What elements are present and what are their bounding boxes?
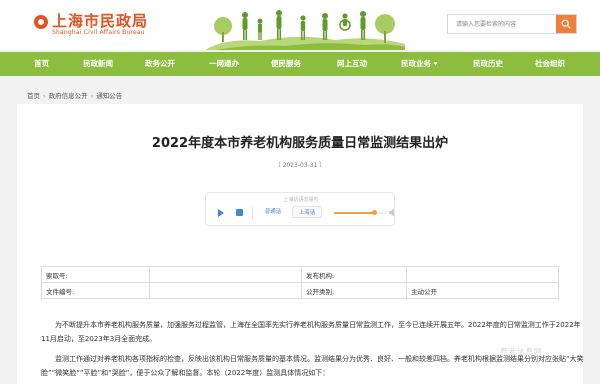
search-button[interactable]	[556, 15, 576, 33]
breadcrumb: 首页 › 政府信息公开 › 通知公告	[27, 90, 122, 100]
dialect-option-shanghainese[interactable]: 上海话	[292, 206, 322, 218]
watermark: 养老信息网	[500, 347, 543, 356]
breadcrumb-notices[interactable]: 通知公告	[96, 92, 122, 100]
nav-item-news[interactable]: 民政新闻	[83, 52, 113, 76]
site-header: 上海市民政局 Shanghai Civil Affairs Bureau	[0, 0, 600, 50]
progress-bar[interactable]	[334, 210, 386, 215]
breadcrumb-home[interactable]: 首页	[27, 92, 40, 100]
search-box	[447, 14, 577, 34]
divider	[252, 207, 253, 219]
volume-icon[interactable]	[389, 208, 396, 217]
search-icon	[561, 19, 571, 29]
play-icon[interactable]	[218, 209, 224, 217]
value-index-number	[149, 266, 302, 283]
site-logo[interactable]: 上海市民政局 Shanghai Civil Affairs Bureau	[34, 13, 148, 37]
progress-fill	[334, 212, 375, 214]
search-input[interactable]	[448, 15, 555, 33]
nav-item-interaction[interactable]: 网上互动	[337, 52, 367, 76]
label-publisher: 发布机构:	[301, 266, 407, 283]
table-row: 索取号: 发布机构:	[41, 266, 559, 283]
breadcrumb-separator: ›	[90, 92, 94, 100]
stop-icon[interactable]	[236, 209, 243, 216]
nav-item-history[interactable]: 民政历史	[473, 52, 503, 76]
article-title: 2022年度本市养老机构服务质量日常监测结果出炉	[151, 136, 449, 151]
nav-item-services[interactable]: 便民服务	[271, 52, 301, 76]
body-paragraph: 为不断提升本市养老机构服务质量，加强服务过程监管，上海在全国率先实行养老机构服务…	[41, 321, 581, 343]
breadcrumb-gov-info[interactable]: 政府信息公开	[49, 92, 88, 100]
label-document-number: 文件编号:	[41, 282, 150, 299]
nav-item-social-orgs[interactable]: 社会组织	[535, 52, 565, 76]
value-disclosure-type: 主动公开	[406, 282, 559, 299]
player-hint: 上海话语音服务	[283, 197, 319, 203]
article-panel: 2022年度本市养老机构服务质量日常监测结果出炉 （ 2023-03-31 ） …	[17, 104, 584, 384]
nav-item-home[interactable]: 首页	[34, 52, 49, 76]
breadcrumb-separator: ›	[43, 92, 46, 100]
progress-handle[interactable]	[372, 210, 378, 215]
logo-title: 上海市民政局	[52, 12, 149, 30]
nav-item-business[interactable]: 民政业务 ▾	[401, 52, 437, 76]
value-publisher	[406, 266, 559, 283]
nav-item-one-network[interactable]: 一网通办	[209, 52, 239, 76]
table-row: 文件编号: 公开类别: 主动公开	[41, 282, 559, 299]
label-index-number: 索取号:	[41, 266, 150, 283]
logo-subtitle: Shanghai Civil Affairs Bureau	[52, 29, 145, 36]
nav-item-gov-affairs[interactable]: 政务公开	[145, 52, 175, 76]
label-disclosure-type: 公开类别:	[301, 282, 407, 299]
main-nav: 首页 民政新闻 政务公开 一网通办 便民服务 网上互动 民政业务 ▾ 民政历史 …	[0, 52, 600, 76]
dialect-option-mandarin[interactable]: 普通话	[258, 206, 288, 218]
family-silhouette-banner	[205, 10, 405, 50]
document-info-table: 索取号: 发布机构: 文件编号: 公开类别: 主动公开	[41, 266, 559, 299]
article-date: （ 2023-03-31 ）	[274, 162, 326, 169]
audio-player: 上海话语音服务 普通话 上海话	[205, 192, 395, 226]
value-document-number	[149, 282, 302, 299]
civil-affairs-emblem-icon	[34, 15, 48, 29]
